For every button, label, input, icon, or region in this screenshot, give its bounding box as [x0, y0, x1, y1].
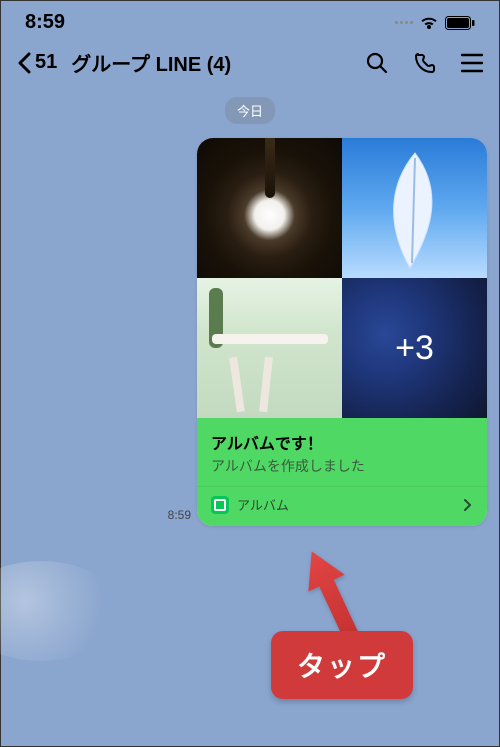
album-overflow-count: +3 — [342, 278, 487, 418]
album-footer-label: アルバム — [237, 495, 455, 514]
menu-icon[interactable] — [461, 53, 483, 73]
chevron-left-icon — [17, 52, 31, 74]
cellular-dots-icon — [395, 21, 413, 24]
phone-icon[interactable] — [413, 51, 437, 75]
album-caption[interactable]: アルバムです！ アルバムを作成しました — [197, 418, 487, 486]
album-footer[interactable]: アルバム — [197, 486, 487, 526]
battery-icon — [445, 16, 475, 30]
status-bar: 8:59 — [1, 1, 499, 40]
album-app-icon — [211, 496, 229, 514]
album-subtitle: アルバムを作成しました — [211, 456, 473, 476]
background-cloud — [0, 561, 121, 661]
album-thumb-1[interactable] — [197, 138, 342, 278]
message-row: 8:59 +3 アルバムです！ アルバムを作成しました アルバム — [1, 130, 499, 526]
message-time: 8:59 — [168, 508, 191, 522]
back-count: 51 — [35, 51, 57, 74]
date-badge: 今日 — [225, 97, 275, 124]
back-button[interactable]: 51 — [17, 51, 57, 74]
status-time: 8:59 — [25, 11, 65, 34]
wifi-icon — [419, 15, 439, 31]
search-icon[interactable] — [365, 51, 389, 75]
album-card[interactable]: +3 アルバムです！ アルバムを作成しました アルバム — [197, 138, 487, 526]
album-thumbnail-grid[interactable]: +3 — [197, 138, 487, 418]
album-thumb-4[interactable]: +3 — [342, 278, 487, 418]
date-row: 今日 — [1, 91, 499, 130]
chevron-right-icon — [463, 498, 473, 512]
status-right — [395, 15, 475, 31]
annotation-bubble: タップ — [271, 631, 413, 699]
chat-title: グループ LINE (4) — [71, 48, 357, 77]
album-thumb-3[interactable] — [197, 278, 342, 418]
album-thumb-2[interactable] — [342, 138, 487, 278]
album-title: アルバムです！ — [211, 430, 473, 454]
chat-header: 51 グループ LINE (4) — [1, 40, 499, 91]
